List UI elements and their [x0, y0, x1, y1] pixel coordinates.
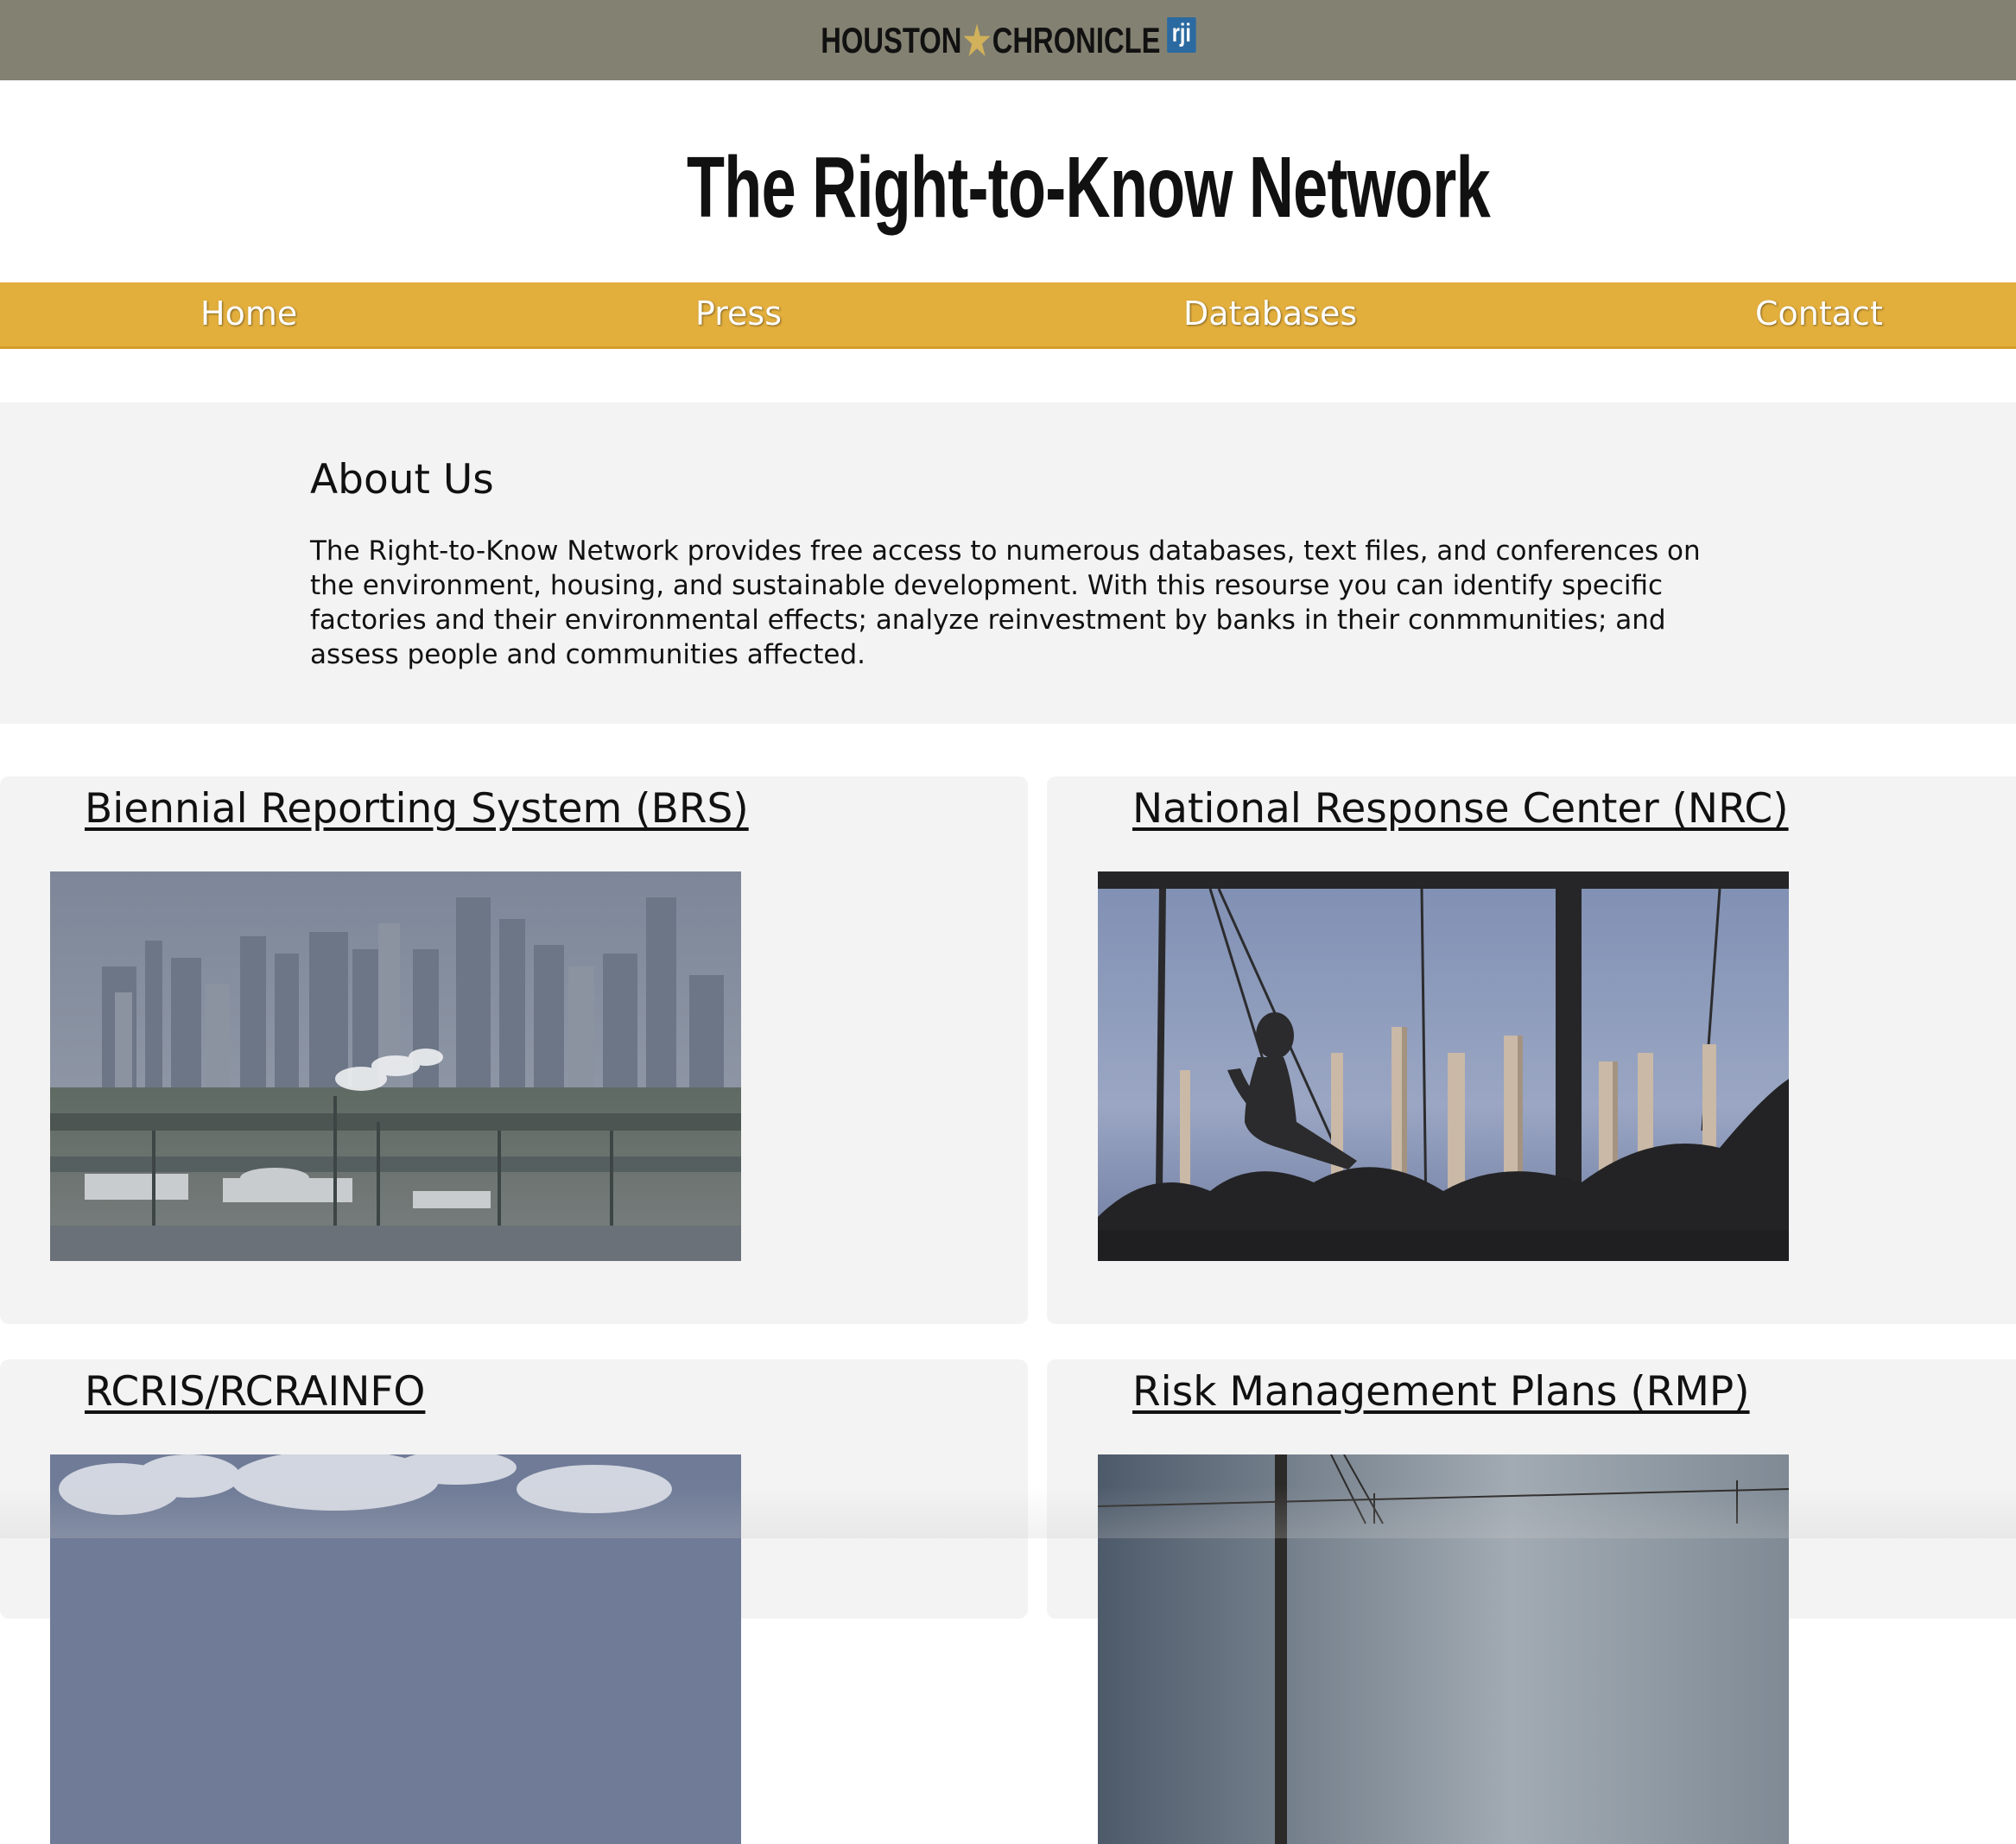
houston-skyline-refinery-image[interactable]: [50, 871, 741, 1261]
nav-databases-link[interactable]: Databases: [1183, 295, 1357, 333]
database-card-nrc: National Response Center (NRC): [1047, 776, 2016, 1324]
nav-press-link[interactable]: Press: [695, 295, 782, 333]
rmp-link[interactable]: Risk Management Plans (RMP): [1132, 1368, 1750, 1416]
database-card-brs: Biennial Reporting System (BRS): [0, 776, 1028, 1324]
star-icon: ★: [962, 17, 991, 63]
nrc-link[interactable]: National Response Center (NRC): [1132, 785, 1789, 833]
rji-badge: rji: [1167, 17, 1196, 53]
logo-word-chronicle: CHRONICLE: [992, 19, 1161, 60]
about-description: The Right-to-Know Network provides free …: [310, 535, 1701, 670]
cloudy-sky-image[interactable]: [50, 1454, 741, 1844]
main-nav: Home Press Databases Contact: [0, 282, 2016, 349]
brand-bar: HOUSTON ★ CHRONICLE rji: [0, 0, 2016, 80]
houston-chronicle-logo[interactable]: HOUSTON ★ CHRONICLE rji: [820, 17, 1196, 64]
database-card-rcris: RCRIS/RCRAINFO: [0, 1359, 1028, 1844]
brs-link[interactable]: Biennial Reporting System (BRS): [85, 785, 749, 833]
about-heading: About Us: [310, 456, 494, 504]
page-title: The Right-to-Know Network: [687, 139, 1491, 236]
rcris-link[interactable]: RCRIS/RCRAINFO: [85, 1368, 425, 1416]
about-section: About Us The Right-to-Know Network provi…: [0, 402, 2016, 724]
child-swing-refinery-image[interactable]: [1098, 871, 1789, 1261]
database-card-rmp: Risk Management Plans (RMP): [1047, 1359, 2016, 1844]
nav-home-link[interactable]: Home: [200, 295, 297, 333]
power-lines-dusk-image[interactable]: [1098, 1454, 1789, 1844]
logo-word-houston: HOUSTON: [820, 19, 962, 60]
nav-contact-link[interactable]: Contact: [1755, 295, 1883, 333]
